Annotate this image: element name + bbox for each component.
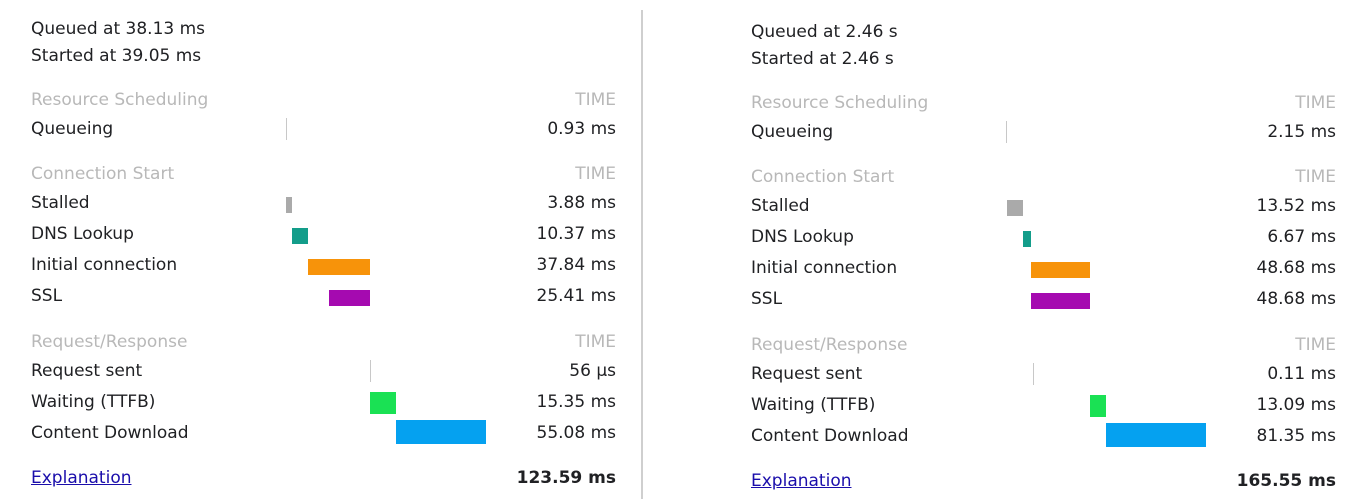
timing-row-stalled: Stalled 3.88 ms	[31, 190, 616, 216]
timing-footer: Explanation 123.59 ms	[31, 465, 616, 491]
timing-row-content-download: Content Download 81.35 ms	[751, 423, 1336, 449]
section-label: Resource Scheduling	[31, 90, 209, 110]
started-at-text: Started at 2.46 s	[751, 49, 894, 69]
ssl-bar	[1031, 293, 1090, 309]
section-label: Connection Start	[31, 164, 175, 184]
row-value: 15.35 ms	[536, 392, 617, 412]
dns-lookup-bar	[1023, 231, 1031, 247]
timing-panel-right: Queued at 2.46 s Started at 2.46 s Resou…	[751, 3, 1336, 502]
row-label: Queueing	[31, 119, 114, 139]
timing-row-queueing: Queueing 0.93 ms	[31, 116, 616, 142]
timing-row-waiting-ttfb: Waiting (TTFB) 13.09 ms	[751, 392, 1336, 418]
row-value: 48.68 ms	[1256, 258, 1337, 278]
row-label: DNS Lookup	[751, 227, 854, 247]
started-at-text: Started at 39.05 ms	[31, 46, 202, 66]
row-label: DNS Lookup	[31, 224, 134, 244]
stalled-bar	[286, 197, 292, 213]
row-label: SSL	[31, 286, 63, 306]
time-column-label: TIME	[1295, 167, 1336, 187]
timing-footer: Explanation 165.55 ms	[751, 468, 1336, 494]
row-value: 13.52 ms	[1256, 196, 1337, 216]
section-header-resource-scheduling: Resource Scheduling TIME	[31, 87, 616, 113]
timing-comparison: Queued at 38.13 ms Started at 39.05 ms R…	[0, 0, 1363, 499]
row-value: 10.37 ms	[536, 224, 617, 244]
initial-connection-bar	[308, 259, 370, 275]
section-header-request-response: Request/Response TIME	[751, 332, 1336, 358]
queued-at-text: Queued at 2.46 s	[751, 22, 898, 42]
row-value: 13.09 ms	[1256, 395, 1337, 415]
timing-row-dns-lookup: DNS Lookup 6.67 ms	[751, 224, 1336, 250]
row-value: 81.35 ms	[1256, 426, 1337, 446]
row-value: 0.11 ms	[1267, 364, 1336, 384]
row-value: 6.67 ms	[1267, 227, 1336, 247]
time-column-label: TIME	[575, 90, 616, 110]
row-value: 25.41 ms	[536, 286, 617, 306]
row-label: Waiting (TTFB)	[751, 395, 876, 415]
row-value: 48.68 ms	[1256, 289, 1337, 309]
row-label: Content Download	[751, 426, 909, 446]
request-sent-tick	[370, 360, 371, 382]
queued-at-text: Queued at 38.13 ms	[31, 19, 206, 39]
timing-row-stalled: Stalled 13.52 ms	[751, 193, 1336, 219]
row-value: 37.84 ms	[536, 255, 617, 275]
timing-row-queueing: Queueing 2.15 ms	[751, 119, 1336, 145]
timing-row-initial-connection: Initial connection 48.68 ms	[751, 255, 1336, 281]
total-time: 165.55 ms	[1236, 471, 1336, 491]
waiting-ttfb-bar	[370, 392, 396, 414]
dns-lookup-bar	[292, 228, 308, 244]
section-header-resource-scheduling: Resource Scheduling TIME	[751, 90, 1336, 116]
time-column-label: TIME	[1295, 335, 1336, 355]
ssl-bar	[329, 290, 370, 306]
row-label: Request sent	[31, 361, 143, 381]
row-label: Waiting (TTFB)	[31, 392, 156, 412]
row-label: Initial connection	[31, 255, 178, 275]
row-label: Stalled	[31, 193, 90, 213]
time-column-label: TIME	[575, 164, 616, 184]
request-sent-tick	[1033, 363, 1034, 385]
queueing-tick	[1006, 121, 1007, 143]
content-download-bar	[1106, 423, 1206, 447]
section-header-connection-start: Connection Start TIME	[751, 164, 1336, 190]
timing-row-ssl: SSL 25.41 ms	[31, 283, 616, 309]
time-column-label: TIME	[575, 332, 616, 352]
row-label: Initial connection	[751, 258, 898, 278]
section-label: Request/Response	[751, 335, 908, 355]
row-label: Queueing	[751, 122, 834, 142]
section-label: Resource Scheduling	[751, 93, 929, 113]
timing-row-waiting-ttfb: Waiting (TTFB) 15.35 ms	[31, 389, 616, 415]
row-value: 56 μs	[569, 361, 616, 381]
queueing-tick	[286, 118, 287, 140]
stalled-bar	[1007, 200, 1023, 216]
row-value: 55.08 ms	[536, 423, 617, 443]
panel-divider	[641, 10, 643, 499]
timing-row-ssl: SSL 48.68 ms	[751, 286, 1336, 312]
timing-panel-left: Queued at 38.13 ms Started at 39.05 ms R…	[31, 0, 616, 499]
section-label: Connection Start	[751, 167, 895, 187]
content-download-bar	[396, 420, 486, 444]
row-label: Content Download	[31, 423, 189, 443]
row-label: Stalled	[751, 196, 810, 216]
explanation-link[interactable]: Explanation	[31, 465, 132, 491]
row-value: 0.93 ms	[547, 119, 616, 139]
section-header-connection-start: Connection Start TIME	[31, 161, 616, 187]
row-label: SSL	[751, 289, 783, 309]
time-column-label: TIME	[1295, 93, 1336, 113]
timing-row-content-download: Content Download 55.08 ms	[31, 420, 616, 446]
section-label: Request/Response	[31, 332, 188, 352]
timing-row-request-sent: Request sent 56 μs	[31, 358, 616, 384]
explanation-link[interactable]: Explanation	[751, 468, 852, 494]
timing-row-dns-lookup: DNS Lookup 10.37 ms	[31, 221, 616, 247]
row-value: 2.15 ms	[1267, 122, 1336, 142]
section-header-request-response: Request/Response TIME	[31, 329, 616, 355]
waiting-ttfb-bar	[1090, 395, 1106, 417]
initial-connection-bar	[1031, 262, 1090, 278]
timing-row-initial-connection: Initial connection 37.84 ms	[31, 252, 616, 278]
timing-row-request-sent: Request sent 0.11 ms	[751, 361, 1336, 387]
row-label: Request sent	[751, 364, 863, 384]
total-time: 123.59 ms	[516, 468, 616, 488]
row-value: 3.88 ms	[547, 193, 616, 213]
